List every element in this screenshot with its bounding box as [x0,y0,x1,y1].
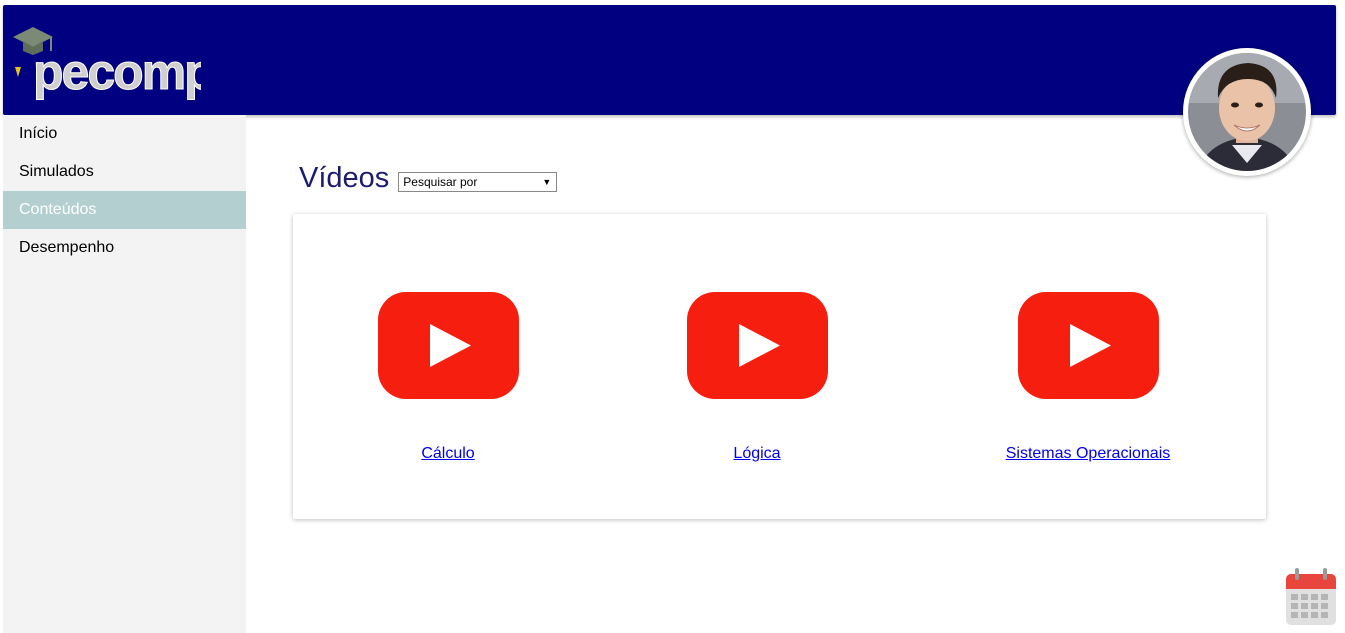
video-link-calculo[interactable]: Cálculo [421,445,474,463]
sidebar-item-conteudos[interactable]: Conteúdos [3,191,246,229]
calendar-icon[interactable] [1285,568,1337,626]
header-bar: pecomp [3,5,1336,115]
logo-text: pecomp [33,44,201,100]
videos-card: Cálculo Lógica Sistemas Operacionais [293,214,1266,519]
youtube-play-icon[interactable] [377,292,519,399]
video-item-sistemas-operacionais: Sistemas Operacionais [968,292,1208,463]
page-title: Vídeos [299,162,390,194]
sidebar: Início Simulados Conteúdos Desempenho [3,115,246,633]
video-item-calculo: Cálculo [328,292,568,463]
video-link-sistemas-operacionais[interactable]: Sistemas Operacionais [1006,445,1171,463]
page: pecomp Início Simulados Conteúdos Desemp… [0,0,1345,633]
dropdown-arrow-icon: ▼ [542,177,552,187]
video-link-logica[interactable]: Lógica [733,445,780,463]
logo[interactable]: pecomp [11,25,201,100]
sidebar-item-inicio[interactable]: Início [3,115,246,153]
title-row: Vídeos Pesquisar por ▼ [299,160,558,196]
user-photo [1188,53,1306,171]
sidebar-item-simulados[interactable]: Simulados [3,153,246,191]
sidebar-item-desempenho[interactable]: Desempenho [3,229,246,267]
search-select[interactable]: Pesquisar por ▼ [398,172,558,192]
youtube-play-icon[interactable] [686,292,828,399]
video-item-logica: Lógica [637,292,877,463]
youtube-play-icon[interactable] [1017,292,1159,399]
avatar[interactable] [1183,48,1311,176]
search-select-value: Pesquisar por [403,175,478,189]
